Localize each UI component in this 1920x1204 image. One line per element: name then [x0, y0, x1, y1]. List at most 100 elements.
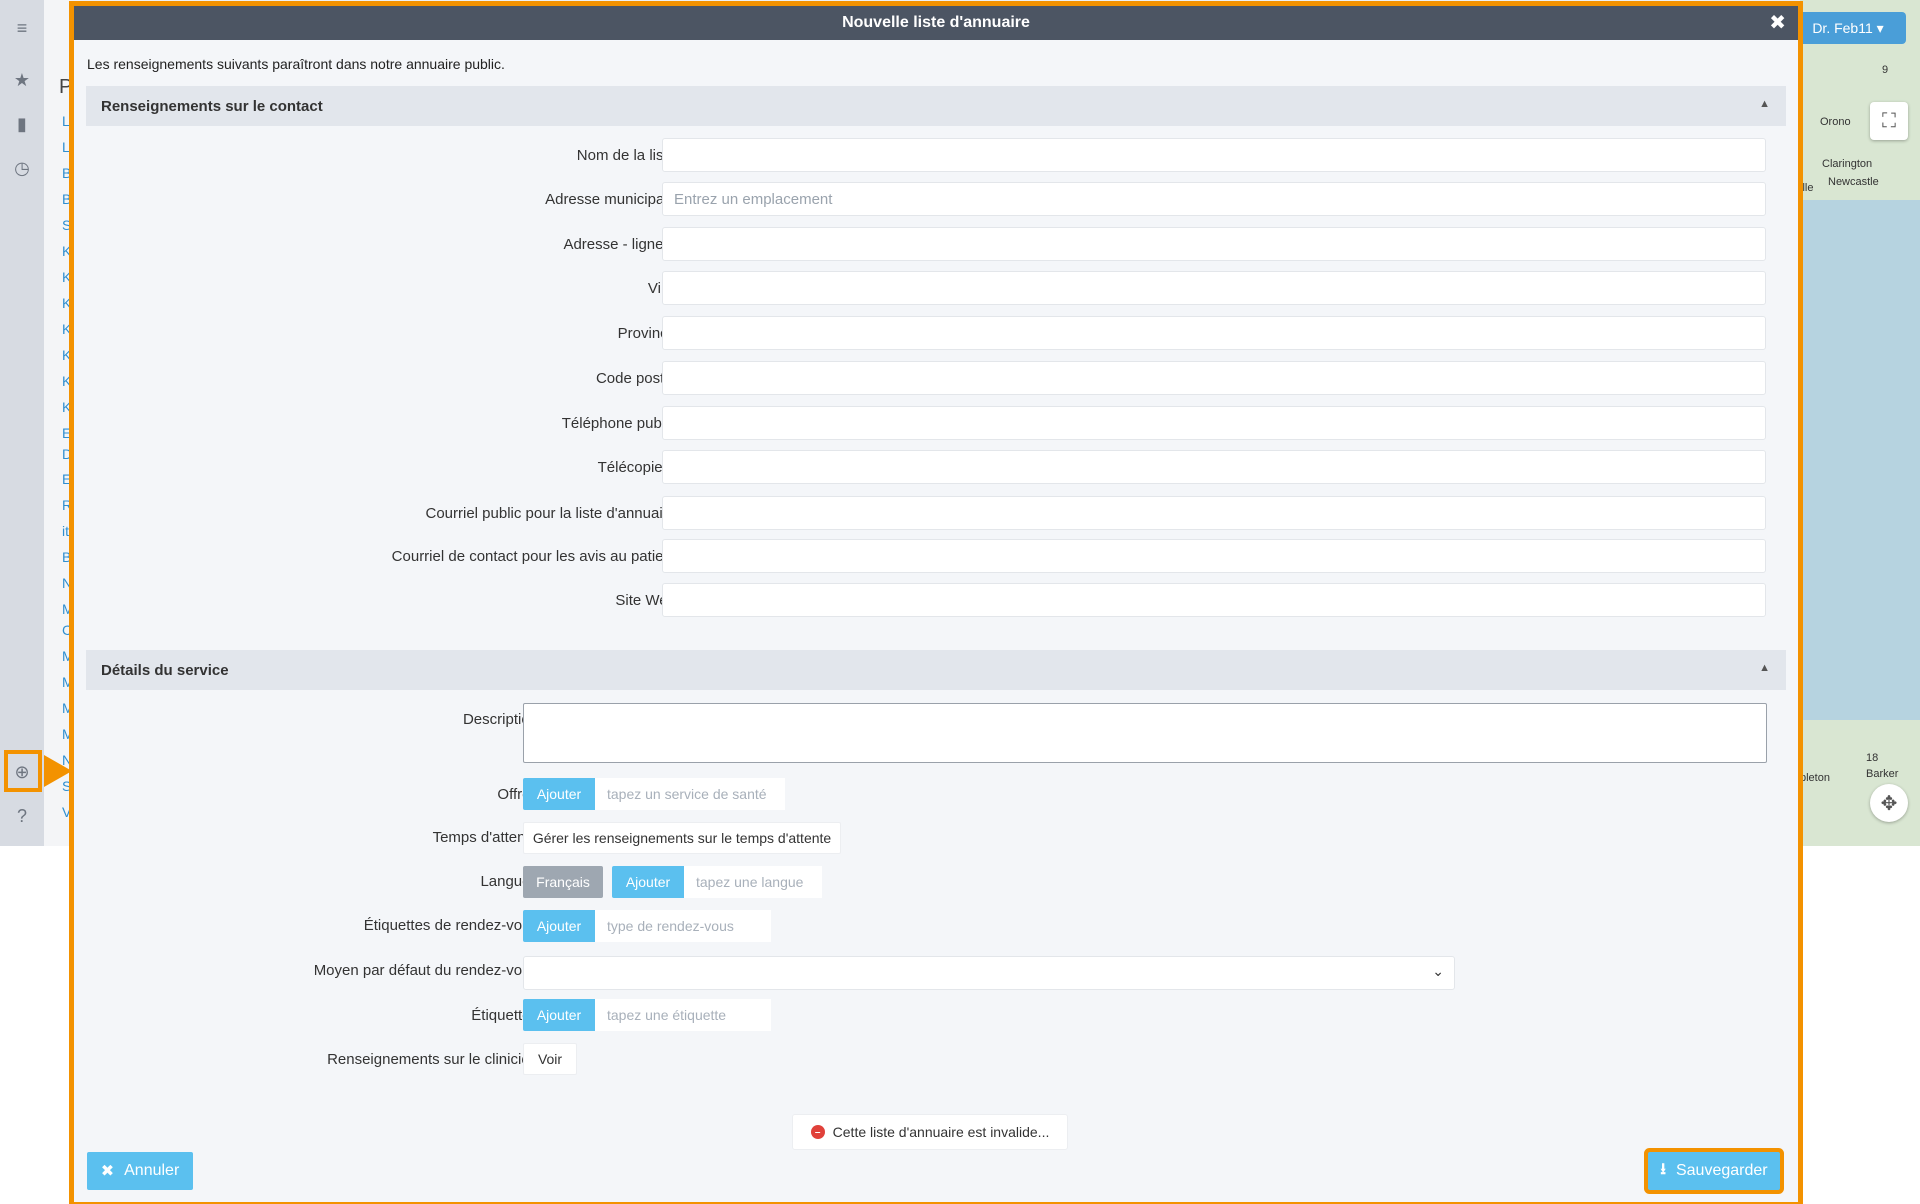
cancel-label: Annuler — [124, 1162, 180, 1179]
list-item[interactable]: L — [62, 113, 70, 129]
cancel-button[interactable]: ✖ Annuler — [87, 1152, 193, 1190]
list-item[interactable]: M — [62, 700, 74, 716]
offers-add-button[interactable]: Ajouter — [523, 778, 595, 810]
list-item[interactable]: K — [62, 347, 71, 363]
section-header-contact[interactable]: Renseignements sur le contact ▲ — [86, 86, 1786, 126]
list-item[interactable]: M — [62, 648, 74, 664]
contact-field-row: Adresse municipale — [74, 182, 1798, 220]
field-label: Courriel de contact pour les avis au pat… — [391, 548, 676, 565]
offers-input[interactable]: tapez un service de santé — [595, 778, 785, 810]
list-item[interactable]: V — [62, 804, 71, 820]
list-item[interactable]: K — [62, 295, 71, 311]
invalid-listing-status[interactable]: – Cette liste d'annuaire est invalide... — [792, 1114, 1068, 1150]
map-label: Clarington — [1822, 158, 1873, 170]
list-item[interactable]: it — [62, 523, 69, 539]
field-input[interactable] — [662, 316, 1766, 350]
list-item[interactable]: C — [62, 622, 72, 638]
contact-field-row: Code postal — [74, 361, 1798, 399]
intro-text: Les renseignements suivants paraîtront d… — [87, 56, 505, 72]
field-label: Adresse municipale — [545, 191, 676, 208]
field-input[interactable] — [662, 271, 1766, 305]
invalid-message: Cette liste d'annuaire est invalide... — [832, 1124, 1050, 1140]
description-textarea[interactable] — [523, 703, 1767, 763]
cancel-x-icon: ✖ — [100, 1163, 115, 1180]
appointment-tags-input[interactable]: type de rendez-vous — [595, 910, 771, 942]
contact-field-row: Ville — [74, 271, 1798, 309]
help-icon[interactable]: ? — [10, 804, 34, 828]
tags-input[interactable]: tapez une étiquette — [595, 999, 771, 1031]
view-clinician-button[interactable]: Voir — [523, 1043, 577, 1075]
appointment-tags-label: Étiquettes de rendez-vous — [363, 917, 538, 934]
list-header: P — [59, 76, 73, 98]
contact-field-row: Télécopieur — [74, 450, 1798, 488]
field-input[interactable] — [662, 182, 1766, 216]
tags-add-button[interactable]: Ajouter — [523, 999, 595, 1031]
list-item[interactable]: M — [62, 674, 74, 690]
chevron-down-icon: ⌄ — [1432, 963, 1444, 979]
list-item[interactable]: R — [62, 497, 72, 513]
map-label: Newcastle — [1828, 176, 1879, 188]
star-icon[interactable]: ★ — [10, 68, 34, 92]
fullscreen-icon[interactable]: ⛶ — [1870, 102, 1908, 140]
highlight-add-button — [4, 750, 42, 792]
user-menu[interactable]: Dr. Feb11 ▾ — [1790, 12, 1906, 44]
list-item[interactable]: B — [62, 191, 71, 207]
caret-up-icon[interactable]: ▲ — [1759, 662, 1770, 674]
map-label: Barker — [1866, 768, 1899, 780]
book-icon[interactable]: ▮ — [10, 112, 34, 136]
field-input[interactable] — [662, 583, 1766, 617]
languages-input[interactable]: tapez une langue — [684, 866, 822, 898]
list-item[interactable]: E — [62, 471, 71, 487]
list-item[interactable]: B — [62, 549, 71, 565]
list-item[interactable]: K — [62, 399, 71, 415]
map[interactable]: Orono Clarington Newcastle ille Barker p… — [1800, 0, 1920, 846]
language-chip-french[interactable]: Français — [523, 866, 603, 898]
map-label: ille — [1800, 182, 1814, 194]
list-item[interactable]: K — [62, 373, 71, 389]
default-mode-select[interactable]: ⌄ — [523, 956, 1455, 990]
languages-add-button[interactable]: Ajouter — [612, 866, 684, 898]
contact-field-row: Courriel public pour la liste d'annuaire — [74, 496, 1798, 534]
list-item[interactable]: K — [62, 243, 71, 259]
manage-wait-time-button[interactable]: Gérer les renseignements sur le temps d'… — [523, 822, 841, 854]
contact-field-row: Nom de la liste — [74, 138, 1798, 176]
list-item[interactable]: E — [62, 425, 71, 441]
list-item[interactable]: M — [62, 726, 74, 742]
close-icon[interactable]: ✖ — [1769, 13, 1786, 33]
contact-field-row: Courriel de contact pour les avis au pat… — [74, 539, 1798, 577]
highlight-arrow — [44, 755, 72, 787]
clinician-info-label: Renseignements sur le clinicien — [327, 1051, 538, 1068]
contact-field-row: Adresse - ligne 2 — [74, 227, 1798, 265]
field-input[interactable] — [662, 496, 1766, 530]
save-label: Sauvegarder — [1675, 1162, 1768, 1179]
field-input[interactable] — [662, 138, 1766, 172]
map-label: pleton — [1800, 772, 1830, 784]
field-input[interactable] — [662, 227, 1766, 261]
list-item[interactable]: K — [62, 269, 71, 285]
left-rail: ≡ ★ ▮ ◷ ⊕ ? — [0, 0, 44, 846]
list-item[interactable]: N — [62, 575, 72, 591]
map-label: Orono — [1820, 116, 1851, 128]
clock-icon[interactable]: ◷ — [10, 156, 34, 180]
field-input[interactable] — [662, 539, 1766, 573]
list-item[interactable]: L — [62, 139, 70, 155]
list-item[interactable]: S — [62, 217, 71, 233]
field-input[interactable] — [662, 450, 1766, 484]
appointment-tags-add-button[interactable]: Ajouter — [523, 910, 595, 942]
section-header-service[interactable]: Détails du service ▲ — [86, 650, 1786, 690]
default-mode-label: Moyen par défaut du rendez-vous — [313, 962, 538, 979]
menu-icon[interactable]: ≡ — [10, 16, 34, 40]
list-item[interactable]: B — [62, 165, 71, 181]
field-input[interactable] — [662, 406, 1766, 440]
caret-up-icon[interactable]: ▲ — [1759, 98, 1770, 110]
modal-title: Nouvelle liste d'annuaire — [842, 14, 1030, 31]
field-label: Adresse - ligne 2 — [563, 236, 676, 253]
contact-field-row: Téléphone public — [74, 406, 1798, 444]
list-item[interactable]: M — [62, 601, 74, 617]
recenter-icon[interactable]: ✥ — [1870, 784, 1908, 822]
list-item[interactable]: K — [62, 321, 71, 337]
field-input[interactable] — [662, 361, 1766, 395]
contact-field-row: Province — [74, 316, 1798, 354]
list-item[interactable]: D — [62, 446, 72, 462]
save-button[interactable]: ⭳ Sauvegarder — [1648, 1152, 1780, 1190]
